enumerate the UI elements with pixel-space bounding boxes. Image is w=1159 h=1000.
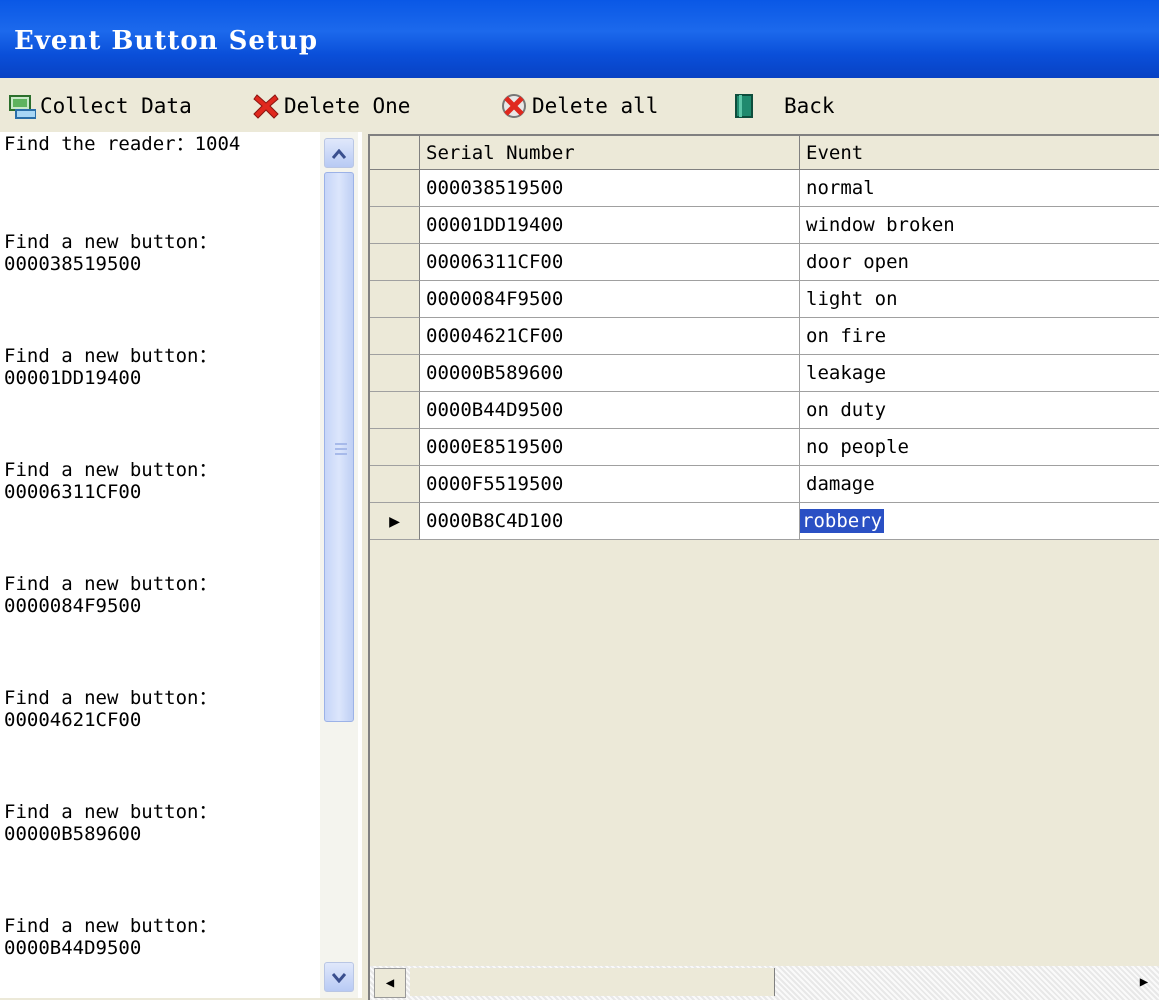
found-label-6: Find a new button： xyxy=(4,801,218,823)
row-header[interactable] xyxy=(370,355,420,392)
row-header[interactable] xyxy=(370,281,420,318)
serial-cell[interactable]: 00000B589600 xyxy=(420,355,800,392)
row-header[interactable] xyxy=(370,170,420,207)
event-cell[interactable]: on duty xyxy=(800,392,1159,429)
selected-event-text[interactable]: robbery xyxy=(800,509,885,533)
scroll-up-button[interactable] xyxy=(324,138,354,168)
serial-cell[interactable]: 0000B44D9500 xyxy=(420,392,800,429)
event-cell[interactable]: on fire xyxy=(800,318,1159,355)
grid-horizontal-scrollbar[interactable]: ◀ ▶ xyxy=(370,966,1159,1000)
arrow-left-icon: ◀ xyxy=(385,975,395,991)
serial-cell[interactable]: 0000F5519500 xyxy=(420,466,800,503)
row-header[interactable] xyxy=(370,318,420,355)
back-button[interactable]: Back xyxy=(730,92,835,120)
found-label-2: Find a new button： xyxy=(4,345,218,367)
log-vertical-scrollbar[interactable] xyxy=(320,132,358,998)
found-serial-3: 00006311CF00 xyxy=(4,481,142,503)
event-cell[interactable]: light on xyxy=(800,281,1159,318)
found-label-3: Find a new button： xyxy=(4,459,218,481)
row-header[interactable] xyxy=(370,392,420,429)
scroll-thumb[interactable] xyxy=(324,172,354,722)
row-header[interactable] xyxy=(370,429,420,466)
found-serial-7: 0000B44D9500 xyxy=(4,937,142,959)
serial-cell[interactable]: 00001DD19400 xyxy=(420,207,800,244)
row-header[interactable] xyxy=(370,207,420,244)
scroll-down-button[interactable] xyxy=(324,962,354,992)
collect-data-label: Collect Data xyxy=(40,94,192,118)
book-icon xyxy=(730,92,758,120)
found-serial-6: 00000B589600 xyxy=(4,823,142,845)
found-serial-1: 000038519500 xyxy=(4,253,142,275)
row-header[interactable] xyxy=(370,466,420,503)
event-cell[interactable]: door open xyxy=(800,244,1159,281)
serial-cell[interactable]: 0000B8C4D100 xyxy=(420,503,800,540)
serial-cell[interactable]: 0000E8519500 xyxy=(420,429,800,466)
delete-all-icon xyxy=(500,92,528,120)
grid-corner xyxy=(370,136,420,170)
serial-cell[interactable]: 00006311CF00 xyxy=(420,244,800,281)
toolbar: Collect Data Delete One Delete all Back xyxy=(0,78,1159,132)
window-title: Event Button Setup xyxy=(14,26,319,56)
reader-line: Find the reader：1004 xyxy=(4,133,241,155)
event-cell-editing[interactable]: robbery xyxy=(800,503,1159,540)
event-cell[interactable]: window broken xyxy=(800,207,1159,244)
event-cell[interactable]: damage xyxy=(800,466,1159,503)
scroll-right-button[interactable]: ▶ xyxy=(1129,968,1159,996)
found-serial-5: 00004621CF00 xyxy=(4,709,142,731)
red-x-icon xyxy=(252,92,280,120)
horizontal-scroll-thumb[interactable] xyxy=(410,968,775,996)
delete-all-button[interactable]: Delete all xyxy=(500,92,658,120)
found-serial-2: 00001DD19400 xyxy=(4,367,142,389)
row-header[interactable] xyxy=(370,244,420,281)
found-label-4: Find a new button： xyxy=(4,573,218,595)
column-header-event[interactable]: Event xyxy=(800,136,1159,170)
serial-cell[interactable]: 0000084F9500 xyxy=(420,281,800,318)
found-label-1: Find a new button： xyxy=(4,231,218,253)
back-label: Back xyxy=(784,94,835,118)
delete-one-button[interactable]: Delete One xyxy=(252,92,410,120)
chevron-up-icon xyxy=(331,144,347,163)
delete-one-label: Delete One xyxy=(284,94,411,118)
thumb-grip xyxy=(335,453,347,455)
column-header-serial[interactable]: Serial Number xyxy=(420,136,800,170)
delete-all-label: Delete all xyxy=(532,94,659,118)
collect-data-button[interactable]: Collect Data xyxy=(8,92,192,120)
collect-data-icon xyxy=(8,92,37,120)
serial-cell[interactable]: 00004621CF00 xyxy=(420,318,800,355)
found-serial-4: 0000084F9500 xyxy=(4,595,142,617)
arrow-right-icon: ▶ xyxy=(1139,974,1149,990)
log-panel[interactable]: Find the reader：1004 Find a new button： … xyxy=(0,132,362,998)
event-grid[interactable]: Serial Number Event 000038519500 normal … xyxy=(368,134,1159,1000)
event-cell[interactable]: normal xyxy=(800,170,1159,207)
found-label-7: Find a new button： xyxy=(4,915,218,937)
event-cell[interactable]: no people xyxy=(800,429,1159,466)
thumb-grip xyxy=(335,448,347,450)
found-label-5: Find a new button： xyxy=(4,687,218,709)
thumb-grip xyxy=(335,443,347,445)
current-row-indicator[interactable]: ▶ xyxy=(370,503,420,540)
title-bar[interactable]: Event Button Setup xyxy=(0,0,1159,78)
event-cell[interactable]: leakage xyxy=(800,355,1159,392)
chevron-down-icon xyxy=(331,968,347,987)
serial-cell[interactable]: 000038519500 xyxy=(420,170,800,207)
scroll-left-button[interactable]: ◀ xyxy=(374,968,406,998)
